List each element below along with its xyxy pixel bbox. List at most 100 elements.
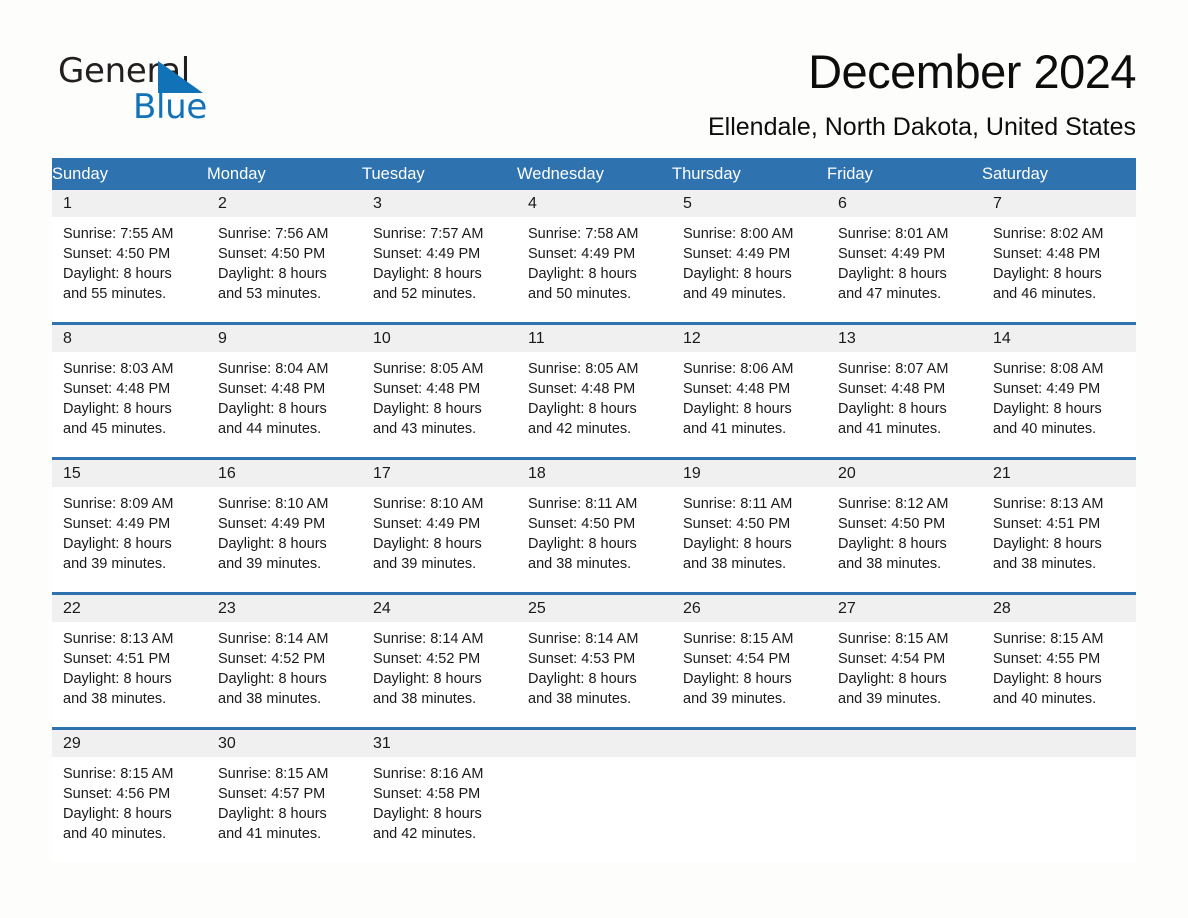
daylight-text-line1: Daylight: 8 hours bbox=[218, 266, 327, 282]
day-cell[interactable]: Sunrise: 8:15 AM Sunset: 4:54 PM Dayligh… bbox=[672, 622, 827, 727]
sunset-text: Sunset: 4:51 PM bbox=[63, 651, 171, 667]
day-cell[interactable]: Sunrise: 7:56 AM Sunset: 4:50 PM Dayligh… bbox=[207, 217, 362, 322]
day-number[interactable]: 7 bbox=[982, 190, 1136, 217]
day-cell[interactable]: Sunrise: 8:05 AM Sunset: 4:48 PM Dayligh… bbox=[517, 352, 672, 457]
day-cell[interactable]: Sunrise: 8:14 AM Sunset: 4:52 PM Dayligh… bbox=[207, 622, 362, 727]
daylight-text-line2: and 41 minutes. bbox=[683, 421, 787, 437]
day-number[interactable]: 20 bbox=[827, 460, 982, 487]
sunset-text: Sunset: 4:50 PM bbox=[528, 516, 636, 532]
sunrise-text: Sunrise: 8:12 AM bbox=[838, 496, 949, 512]
day-cell[interactable]: Sunrise: 8:05 AM Sunset: 4:48 PM Dayligh… bbox=[362, 352, 517, 457]
day-number[interactable]: 27 bbox=[827, 595, 982, 622]
day-cell[interactable]: Sunrise: 8:13 AM Sunset: 4:51 PM Dayligh… bbox=[982, 487, 1136, 592]
day-cell[interactable]: Sunrise: 8:14 AM Sunset: 4:52 PM Dayligh… bbox=[362, 622, 517, 727]
day-cell[interactable]: Sunrise: 8:04 AM Sunset: 4:48 PM Dayligh… bbox=[207, 352, 362, 457]
day-cell[interactable]: Sunrise: 8:02 AM Sunset: 4:48 PM Dayligh… bbox=[982, 217, 1136, 322]
sunrise-text: Sunrise: 8:15 AM bbox=[683, 631, 794, 647]
day-number[interactable]: 6 bbox=[827, 190, 982, 217]
day-number[interactable]: 13 bbox=[827, 325, 982, 352]
day-cell[interactable]: Sunrise: 8:01 AM Sunset: 4:49 PM Dayligh… bbox=[827, 217, 982, 322]
sunrise-text: Sunrise: 8:07 AM bbox=[838, 361, 949, 377]
day-number[interactable]: 9 bbox=[207, 325, 362, 352]
sunrise-text: Sunrise: 8:01 AM bbox=[838, 226, 949, 242]
sunset-text: Sunset: 4:48 PM bbox=[373, 381, 481, 397]
day-number[interactable]: 1 bbox=[52, 190, 207, 217]
day-number[interactable]: 10 bbox=[362, 325, 517, 352]
day-number[interactable]: 5 bbox=[672, 190, 827, 217]
generalblue-logo[interactable]: General Blue bbox=[58, 52, 318, 132]
day-cell[interactable]: Sunrise: 8:11 AM Sunset: 4:50 PM Dayligh… bbox=[517, 487, 672, 592]
day-number[interactable]: 28 bbox=[982, 595, 1136, 622]
day-number[interactable]: 11 bbox=[517, 325, 672, 352]
day-cell[interactable]: Sunrise: 8:15 AM Sunset: 4:56 PM Dayligh… bbox=[52, 757, 207, 862]
day-cell[interactable]: Sunrise: 8:15 AM Sunset: 4:57 PM Dayligh… bbox=[207, 757, 362, 862]
daylight-text-line2: and 38 minutes. bbox=[63, 691, 167, 707]
day-cell[interactable]: Sunrise: 8:00 AM Sunset: 4:49 PM Dayligh… bbox=[672, 217, 827, 322]
day-number[interactable]: 4 bbox=[517, 190, 672, 217]
day-number[interactable]: 17 bbox=[362, 460, 517, 487]
day-cell[interactable]: Sunrise: 7:58 AM Sunset: 4:49 PM Dayligh… bbox=[517, 217, 672, 322]
sunset-text: Sunset: 4:53 PM bbox=[528, 651, 636, 667]
daylight-text-line1: Daylight: 8 hours bbox=[683, 266, 792, 282]
sunset-text: Sunset: 4:49 PM bbox=[528, 246, 636, 262]
daylight-text-line2: and 38 minutes. bbox=[528, 556, 632, 572]
sunset-text: Sunset: 4:50 PM bbox=[63, 246, 171, 262]
daylight-text-line1: Daylight: 8 hours bbox=[63, 401, 172, 417]
day-cell[interactable]: Sunrise: 8:16 AM Sunset: 4:58 PM Dayligh… bbox=[362, 757, 517, 862]
week-daynumber-row: 22 23 24 25 26 27 28 bbox=[52, 595, 1136, 622]
day-number[interactable]: 12 bbox=[672, 325, 827, 352]
day-cell[interactable]: Sunrise: 8:07 AM Sunset: 4:48 PM Dayligh… bbox=[827, 352, 982, 457]
day-cell[interactable]: Sunrise: 7:57 AM Sunset: 4:49 PM Dayligh… bbox=[362, 217, 517, 322]
day-number-empty bbox=[517, 730, 672, 757]
day-cell[interactable]: Sunrise: 8:10 AM Sunset: 4:49 PM Dayligh… bbox=[207, 487, 362, 592]
day-number[interactable]: 29 bbox=[52, 730, 207, 757]
day-cell[interactable]: Sunrise: 8:11 AM Sunset: 4:50 PM Dayligh… bbox=[672, 487, 827, 592]
day-number[interactable]: 19 bbox=[672, 460, 827, 487]
day-cell[interactable]: Sunrise: 8:06 AM Sunset: 4:48 PM Dayligh… bbox=[672, 352, 827, 457]
daylight-text-line1: Daylight: 8 hours bbox=[63, 671, 172, 687]
sunset-text: Sunset: 4:49 PM bbox=[683, 246, 791, 262]
day-number[interactable]: 25 bbox=[517, 595, 672, 622]
day-number[interactable]: 23 bbox=[207, 595, 362, 622]
day-cell[interactable]: Sunrise: 7:55 AM Sunset: 4:50 PM Dayligh… bbox=[52, 217, 207, 322]
daylight-text-line2: and 53 minutes. bbox=[218, 286, 322, 302]
day-number[interactable]: 15 bbox=[52, 460, 207, 487]
day-number[interactable]: 22 bbox=[52, 595, 207, 622]
day-number[interactable]: 26 bbox=[672, 595, 827, 622]
daylight-text-line1: Daylight: 8 hours bbox=[838, 401, 947, 417]
day-number[interactable]: 14 bbox=[982, 325, 1136, 352]
daylight-text-line2: and 38 minutes. bbox=[993, 556, 1097, 572]
day-number[interactable]: 2 bbox=[207, 190, 362, 217]
day-cell[interactable]: Sunrise: 8:09 AM Sunset: 4:49 PM Dayligh… bbox=[52, 487, 207, 592]
day-cell[interactable]: Sunrise: 8:12 AM Sunset: 4:50 PM Dayligh… bbox=[827, 487, 982, 592]
day-number[interactable]: 8 bbox=[52, 325, 207, 352]
day-number[interactable]: 18 bbox=[517, 460, 672, 487]
day-cell[interactable]: Sunrise: 8:15 AM Sunset: 4:54 PM Dayligh… bbox=[827, 622, 982, 727]
daylight-text-line1: Daylight: 8 hours bbox=[218, 671, 327, 687]
day-number[interactable]: 30 bbox=[207, 730, 362, 757]
sunset-text: Sunset: 4:50 PM bbox=[683, 516, 791, 532]
day-number[interactable]: 24 bbox=[362, 595, 517, 622]
day-number[interactable]: 16 bbox=[207, 460, 362, 487]
calendar-body: 1 2 3 4 5 6 7 Sunrise: 7:55 AM Sunset: 4… bbox=[52, 190, 1136, 862]
day-number[interactable]: 21 bbox=[982, 460, 1136, 487]
weekday-header-tuesday: Tuesday bbox=[362, 158, 517, 190]
day-number[interactable]: 31 bbox=[362, 730, 517, 757]
day-cell[interactable]: Sunrise: 8:15 AM Sunset: 4:55 PM Dayligh… bbox=[982, 622, 1136, 727]
day-cell-empty bbox=[517, 757, 672, 862]
page-header: General Blue December 2024 Ellendale, No… bbox=[52, 44, 1137, 149]
day-cell[interactable]: Sunrise: 8:13 AM Sunset: 4:51 PM Dayligh… bbox=[52, 622, 207, 727]
day-cell[interactable]: Sunrise: 8:03 AM Sunset: 4:48 PM Dayligh… bbox=[52, 352, 207, 457]
day-cell[interactable]: Sunrise: 8:14 AM Sunset: 4:53 PM Dayligh… bbox=[517, 622, 672, 727]
sunrise-text: Sunrise: 8:14 AM bbox=[528, 631, 639, 647]
day-cell[interactable]: Sunrise: 8:10 AM Sunset: 4:49 PM Dayligh… bbox=[362, 487, 517, 592]
daylight-text-line2: and 50 minutes. bbox=[528, 286, 632, 302]
week-daynumber-row: 15 16 17 18 19 20 21 bbox=[52, 460, 1136, 487]
day-cell[interactable]: Sunrise: 8:08 AM Sunset: 4:49 PM Dayligh… bbox=[982, 352, 1136, 457]
daylight-text-line1: Daylight: 8 hours bbox=[528, 401, 637, 417]
sunset-text: Sunset: 4:58 PM bbox=[373, 786, 481, 802]
sunset-text: Sunset: 4:49 PM bbox=[993, 381, 1101, 397]
day-number[interactable]: 3 bbox=[362, 190, 517, 217]
daylight-text-line2: and 39 minutes. bbox=[218, 556, 322, 572]
daylight-text-line1: Daylight: 8 hours bbox=[993, 536, 1102, 552]
